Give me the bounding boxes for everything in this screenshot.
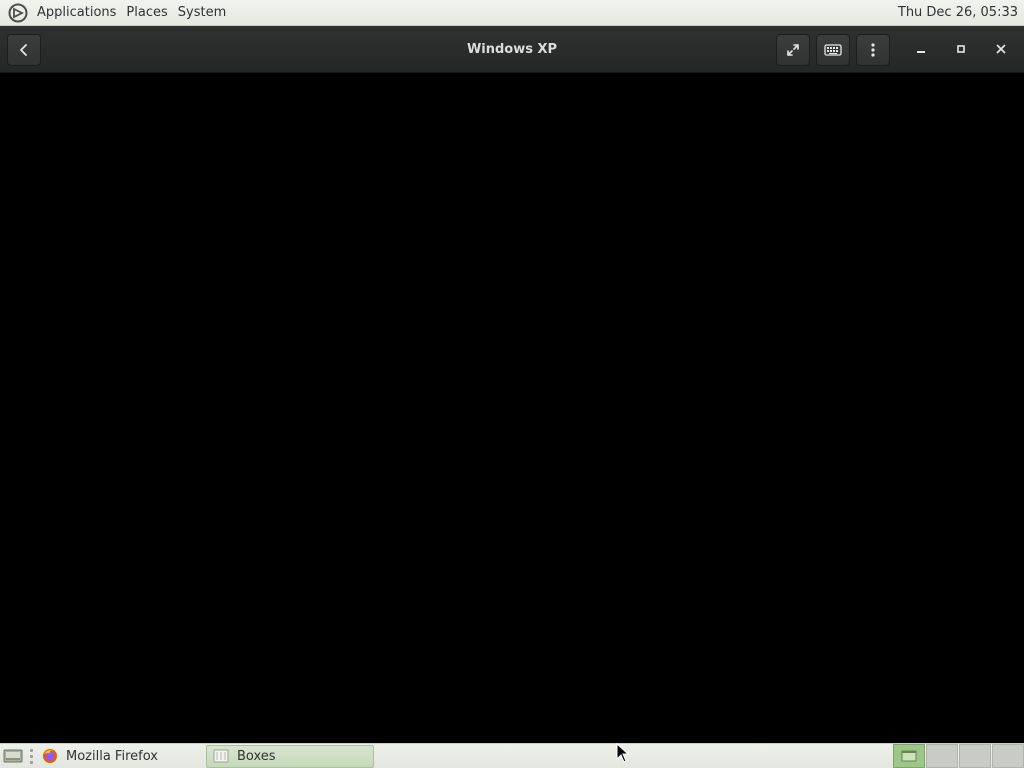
top-panel: Applications Places System Thu Dec 26, 0… [0,0,1024,26]
task-firefox[interactable]: Mozilla Firefox [36,745,202,768]
workspace-switcher [892,744,1024,768]
panel-handle[interactable] [28,747,34,765]
minimize-button[interactable] [910,38,932,60]
fullscreen-button[interactable] [776,34,810,66]
workspace-3[interactable] [959,744,991,768]
show-desktop-button[interactable] [2,747,24,765]
close-icon [996,44,1006,54]
task-boxes[interactable]: Boxes [206,744,374,768]
keyboard-button[interactable] [816,34,850,66]
task-label: Mozilla Firefox [66,748,158,764]
back-button[interactable] [7,34,41,66]
workspace-2[interactable] [926,744,958,768]
boxes-icon [213,748,229,764]
fullscreen-icon [787,44,799,56]
clock[interactable]: Thu Dec 26, 05:33 [898,0,1024,26]
maximize-button[interactable] [950,38,972,60]
maximize-icon [957,45,965,53]
headerbar: Windows XP [0,26,1024,73]
menu-system[interactable]: System [173,0,231,26]
firefox-icon [42,748,58,764]
mouse-cursor-icon [616,743,630,763]
workspace-4[interactable] [992,744,1024,768]
bottom-panel: Mozilla Firefox Boxes [0,743,1024,768]
vm-display[interactable] [0,74,1024,743]
show-desktop-icon [3,749,23,763]
distro-logo-icon[interactable] [8,3,28,23]
menu-applications[interactable]: Applications [32,0,121,26]
workspace-1[interactable] [893,744,925,768]
keyboard-icon [824,44,842,56]
close-button[interactable] [990,38,1012,60]
menu-places[interactable]: Places [121,0,172,26]
menu-button[interactable] [856,34,890,66]
window-thumbnail-icon [901,750,917,762]
back-arrow-icon [20,44,27,56]
minimize-icon [917,51,925,53]
vertical-dots-icon [871,43,875,57]
task-label: Boxes [237,748,276,764]
